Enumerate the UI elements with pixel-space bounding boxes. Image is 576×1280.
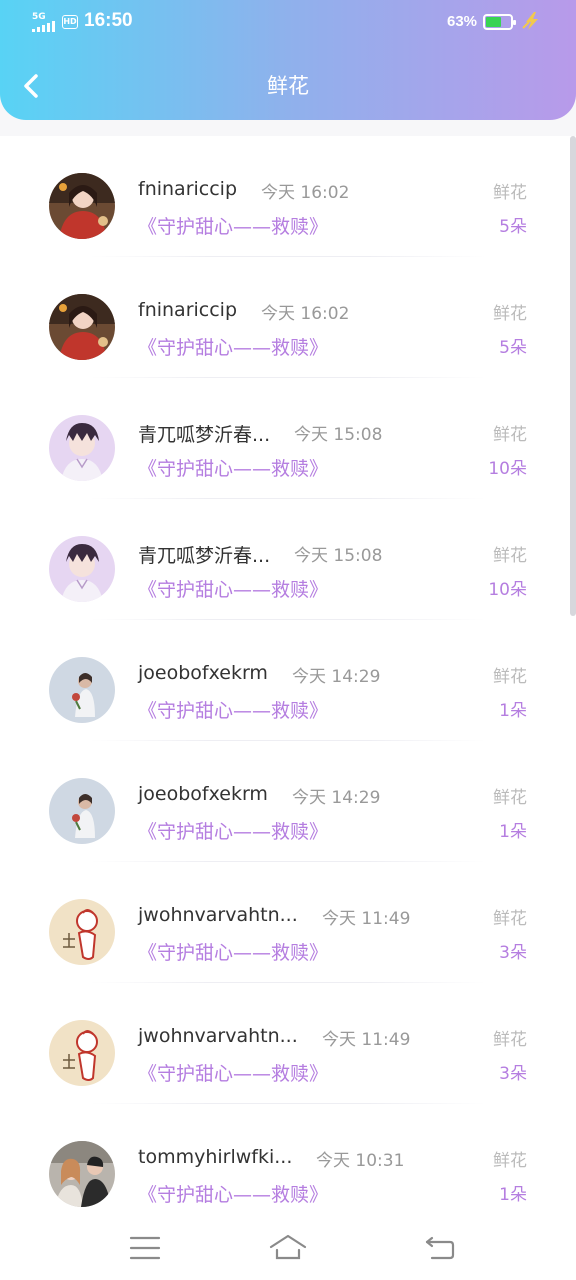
header: 5G HD 16:50 63% 鲜花 xyxy=(0,0,576,120)
menu-icon[interactable] xyxy=(125,1228,165,1268)
book-title-link[interactable]: 《守护甜心——救赎》 xyxy=(138,333,328,360)
gift-type-label: 鲜花 xyxy=(493,183,527,203)
status-bar: 5G HD 16:50 63% xyxy=(0,0,576,44)
page-title: 鲜花 xyxy=(267,74,309,98)
avatar[interactable] xyxy=(49,294,115,360)
book-title-link[interactable]: 《守护甜心——救赎》 xyxy=(138,454,328,481)
list-item[interactable]: fninariccip 今天 16:02 《守护甜心——救赎》 鲜花 5朵 xyxy=(0,257,576,378)
book-title-link[interactable]: 《守护甜心——救赎》 xyxy=(138,212,328,239)
book-title-link[interactable]: 《守护甜心——救赎》 xyxy=(138,696,328,723)
timestamp: 今天 16:02 xyxy=(261,304,350,324)
return-icon[interactable] xyxy=(420,1228,460,1268)
avatar[interactable] xyxy=(49,173,115,239)
signal-icon: 5G xyxy=(32,12,62,32)
system-navigation-bar xyxy=(0,1216,576,1280)
flower-count: 3朵 xyxy=(499,943,527,963)
user-name[interactable]: 青兀呱梦沂春... xyxy=(138,420,270,447)
home-icon[interactable] xyxy=(268,1228,308,1268)
timestamp: 今天 14:29 xyxy=(292,667,381,687)
list-item[interactable]: fninariccip 今天 16:02 《守护甜心——救赎》 鲜花 5朵 xyxy=(0,136,576,257)
book-title-link[interactable]: 《守护甜心——救赎》 xyxy=(138,1059,328,1086)
user-name[interactable]: 青兀呱梦沂春... xyxy=(138,541,270,568)
user-name[interactable]: jwohnvarvahtn... xyxy=(138,904,298,926)
avatar[interactable] xyxy=(49,415,115,481)
hd-icon: HD xyxy=(62,15,78,29)
avatar[interactable] xyxy=(49,899,115,965)
flower-count: 1朵 xyxy=(499,701,527,721)
flower-count: 3朵 xyxy=(499,1064,527,1084)
gift-type-label: 鲜花 xyxy=(493,909,527,929)
list-item[interactable]: joeobofxekrm 今天 14:29 《守护甜心——救赎》 鲜花 1朵 xyxy=(0,620,576,741)
book-title-link[interactable]: 《守护甜心——救赎》 xyxy=(138,1180,328,1207)
battery-icon xyxy=(483,14,516,30)
gift-type-label: 鲜花 xyxy=(493,667,527,687)
user-name[interactable]: joeobofxekrm xyxy=(138,783,268,805)
avatar[interactable] xyxy=(49,1020,115,1086)
book-title-link[interactable]: 《守护甜心——救赎》 xyxy=(138,817,328,844)
user-name[interactable]: joeobofxekrm xyxy=(138,662,268,684)
flower-count: 5朵 xyxy=(499,217,527,237)
timestamp: 今天 15:08 xyxy=(294,425,383,445)
flower-count: 10朵 xyxy=(488,580,527,600)
list-item[interactable]: 青兀呱梦沂春... 今天 15:08 《守护甜心——救赎》 鲜花 10朵 xyxy=(0,499,576,620)
gift-type-label: 鲜花 xyxy=(493,788,527,808)
timestamp: 今天 11:49 xyxy=(322,1030,411,1050)
gift-type-label: 鲜花 xyxy=(493,1151,527,1171)
gift-type-label: 鲜花 xyxy=(493,425,527,445)
book-title-link[interactable]: 《守护甜心——救赎》 xyxy=(138,938,328,965)
timestamp: 今天 16:02 xyxy=(261,183,350,203)
list-item[interactable]: tommyhirlwfki... 今天 10:31 《守护甜心——救赎》 鲜花 1朵 xyxy=(0,1104,576,1216)
battery-percent: 63% xyxy=(447,13,478,30)
user-name[interactable]: tommyhirlwfki... xyxy=(138,1146,292,1168)
avatar[interactable] xyxy=(49,1141,115,1207)
gift-type-label: 鲜花 xyxy=(493,546,527,566)
flower-count: 1朵 xyxy=(499,822,527,842)
avatar[interactable] xyxy=(49,536,115,602)
flower-count: 1朵 xyxy=(499,1185,527,1205)
flower-count: 10朵 xyxy=(488,459,527,479)
user-name[interactable]: jwohnvarvahtn... xyxy=(138,1025,298,1047)
clock: 16:50 xyxy=(84,10,133,31)
avatar[interactable] xyxy=(49,657,115,723)
user-name[interactable]: fninariccip xyxy=(138,178,237,200)
flower-count: 5朵 xyxy=(499,338,527,358)
book-title-link[interactable]: 《守护甜心——救赎》 xyxy=(138,575,328,602)
timestamp: 今天 14:29 xyxy=(292,788,381,808)
fast-charge-icon xyxy=(522,12,538,30)
list-item[interactable]: 青兀呱梦沂春... 今天 15:08 《守护甜心——救赎》 鲜花 10朵 xyxy=(0,378,576,499)
timestamp: 今天 15:08 xyxy=(294,546,383,566)
list-item[interactable]: jwohnvarvahtn... 今天 11:49 《守护甜心——救赎》 鲜花 3朵 xyxy=(0,983,576,1104)
scrollbar[interactable] xyxy=(570,136,576,616)
list-item[interactable]: jwohnvarvahtn... 今天 11:49 《守护甜心——救赎》 鲜花 3朵 xyxy=(0,862,576,983)
list-item[interactable]: joeobofxekrm 今天 14:29 《守护甜心——救赎》 鲜花 1朵 xyxy=(0,741,576,862)
user-name[interactable]: fninariccip xyxy=(138,299,237,321)
gift-type-label: 鲜花 xyxy=(493,1030,527,1050)
screen: 5G HD 16:50 63% 鲜花 fninariccip 今天 16:02 《守… xyxy=(0,0,576,1280)
timestamp: 今天 11:49 xyxy=(322,909,411,929)
timestamp: 今天 10:31 xyxy=(316,1151,405,1171)
avatar[interactable] xyxy=(49,778,115,844)
flower-record-list[interactable]: fninariccip 今天 16:02 《守护甜心——救赎》 鲜花 5朵 fninari… xyxy=(0,136,576,1216)
gift-type-label: 鲜花 xyxy=(493,304,527,324)
